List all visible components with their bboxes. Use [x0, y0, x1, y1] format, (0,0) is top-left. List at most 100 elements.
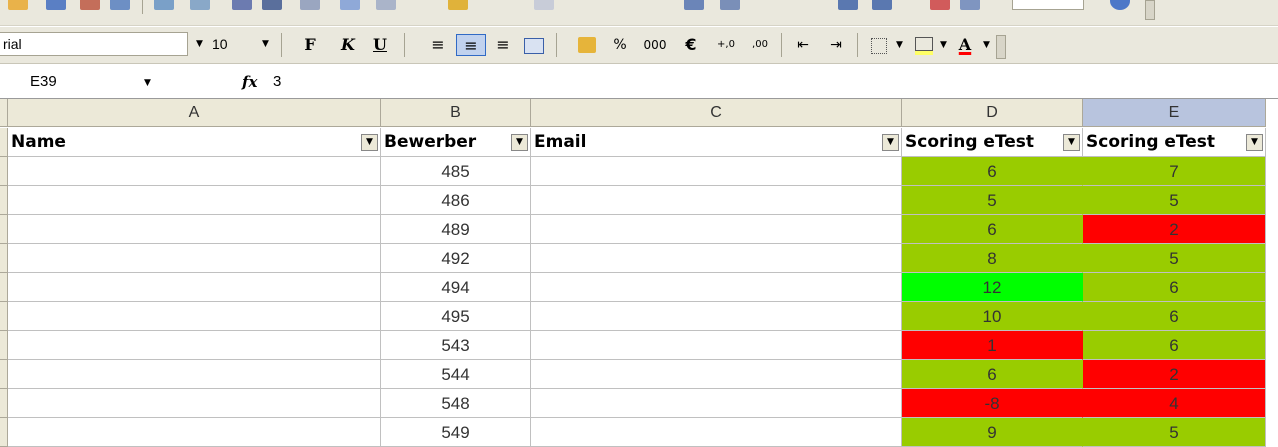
row-header[interactable]	[0, 418, 8, 447]
research-icon[interactable]	[232, 0, 252, 10]
drawing-icon[interactable]	[960, 0, 980, 10]
row-header[interactable]	[0, 389, 8, 418]
copy-icon[interactable]	[300, 0, 320, 10]
email-cell[interactable]	[531, 186, 902, 215]
font-size-dropdown-icon[interactable]: ▼	[262, 39, 269, 49]
formula-input[interactable]: 3	[273, 70, 281, 94]
header-cell-scoring-d[interactable]: Scoring eTest ▼	[902, 128, 1083, 157]
scoring-d-cell[interactable]: 5	[902, 186, 1083, 215]
row-header[interactable]	[0, 244, 8, 273]
name-cell[interactable]	[8, 360, 381, 389]
scoring-d-cell[interactable]: 6	[902, 157, 1083, 186]
bewerber-cell[interactable]: 489	[381, 215, 531, 244]
increase-decimal-button[interactable]: +,0	[712, 34, 740, 56]
align-right-button[interactable]: ≡	[491, 34, 515, 56]
insert-function-icon[interactable]: fx	[242, 70, 257, 94]
email-cell[interactable]	[531, 331, 902, 360]
row-header[interactable]	[0, 157, 8, 186]
email-cell[interactable]	[531, 418, 902, 447]
save-icon[interactable]	[46, 0, 66, 10]
email-cell[interactable]	[531, 215, 902, 244]
bewerber-cell[interactable]: 548	[381, 389, 531, 418]
column-header-a[interactable]: A	[8, 99, 381, 127]
hyperlink-icon[interactable]	[684, 0, 704, 10]
font-color-dropdown-icon[interactable]: ▼	[983, 40, 990, 50]
header-cell-scoring-e[interactable]: Scoring eTest ▼	[1083, 128, 1266, 157]
header-cell-name[interactable]: Name ▼	[8, 128, 381, 157]
scoring-d-cell[interactable]: 10	[902, 302, 1083, 331]
email-cell[interactable]	[531, 360, 902, 389]
merge-center-button[interactable]	[522, 34, 546, 56]
borders-dropdown-icon[interactable]: ▼	[896, 40, 903, 50]
bewerber-cell[interactable]: 495	[381, 302, 531, 331]
sort-descending-icon[interactable]	[872, 0, 892, 10]
comma-style-button[interactable]: 000	[640, 34, 670, 56]
filter-dropdown-icon[interactable]: ▼	[882, 134, 899, 151]
redo-icon[interactable]	[534, 0, 554, 10]
filter-dropdown-icon[interactable]: ▼	[511, 134, 528, 151]
row-header[interactable]	[0, 302, 8, 331]
euro-button[interactable]: €	[680, 34, 702, 56]
email-cell[interactable]	[531, 389, 902, 418]
permission-icon[interactable]	[80, 0, 100, 10]
name-cell[interactable]	[8, 157, 381, 186]
fill-color-dropdown-icon[interactable]: ▼	[940, 40, 947, 50]
row-header[interactable]	[0, 331, 8, 360]
decrease-decimal-button[interactable]: ,00	[746, 34, 774, 56]
name-cell[interactable]	[8, 389, 381, 418]
print-icon[interactable]	[110, 0, 130, 10]
column-header-b[interactable]: B	[381, 99, 531, 127]
paste-icon[interactable]	[340, 0, 360, 10]
name-box[interactable]: E39	[0, 70, 200, 94]
filter-dropdown-icon[interactable]: ▼	[1246, 134, 1263, 151]
print-preview-icon[interactable]	[154, 0, 174, 10]
bewerber-cell[interactable]: 549	[381, 418, 531, 447]
toolbar-options-icon[interactable]	[996, 35, 1006, 59]
scoring-e-cell[interactable]: 2	[1083, 360, 1266, 389]
email-cell[interactable]	[531, 302, 902, 331]
scoring-d-cell[interactable]: -8	[902, 389, 1083, 418]
open-icon[interactable]	[8, 0, 28, 10]
filter-dropdown-icon[interactable]: ▼	[361, 134, 378, 151]
scoring-e-cell[interactable]: 7	[1083, 157, 1266, 186]
name-cell[interactable]	[8, 418, 381, 447]
column-header-d[interactable]: D	[902, 99, 1083, 127]
scoring-d-cell[interactable]: 8	[902, 244, 1083, 273]
bewerber-cell[interactable]: 486	[381, 186, 531, 215]
header-cell-email[interactable]: Email ▼	[531, 128, 902, 157]
scoring-e-cell[interactable]: 6	[1083, 273, 1266, 302]
scoring-e-cell[interactable]: 5	[1083, 244, 1266, 273]
autosum-icon[interactable]	[720, 0, 740, 10]
underline-button[interactable]: U	[368, 34, 392, 56]
email-cell[interactable]	[531, 244, 902, 273]
filter-dropdown-icon[interactable]: ▼	[1063, 134, 1080, 151]
scoring-d-cell[interactable]: 9	[902, 418, 1083, 447]
decrease-indent-button[interactable]: ⇤	[790, 34, 816, 56]
header-cell-bewerber[interactable]: Bewerber ▼	[381, 128, 531, 157]
percent-button[interactable]: %	[610, 34, 630, 56]
scoring-e-cell[interactable]: 4	[1083, 389, 1266, 418]
scoring-e-cell[interactable]: 2	[1083, 215, 1266, 244]
bewerber-cell[interactable]: 543	[381, 331, 531, 360]
borders-button[interactable]	[868, 34, 890, 56]
row-header[interactable]	[0, 215, 8, 244]
name-box-dropdown-icon[interactable]: ▼	[144, 78, 151, 88]
scoring-d-cell[interactable]: 6	[902, 215, 1083, 244]
undo-icon[interactable]	[448, 0, 468, 10]
align-center-button[interactable]: ≡	[456, 34, 486, 56]
sort-ascending-icon[interactable]	[838, 0, 858, 10]
bewerber-cell[interactable]: 494	[381, 273, 531, 302]
scoring-e-cell[interactable]: 5	[1083, 418, 1266, 447]
email-cell[interactable]	[531, 157, 902, 186]
currency-button[interactable]	[574, 34, 600, 56]
italic-button[interactable]: K	[336, 34, 360, 56]
name-cell[interactable]	[8, 331, 381, 360]
chart-wizard-icon[interactable]	[930, 0, 950, 10]
name-cell[interactable]	[8, 273, 381, 302]
align-left-button[interactable]: ≡	[426, 34, 450, 56]
font-name-dropdown-icon[interactable]: ▼	[196, 39, 203, 49]
column-header-e[interactable]: E	[1083, 99, 1266, 127]
name-cell[interactable]	[8, 302, 381, 331]
cut-icon[interactable]	[262, 0, 282, 10]
increase-indent-button[interactable]: ⇥	[823, 34, 849, 56]
